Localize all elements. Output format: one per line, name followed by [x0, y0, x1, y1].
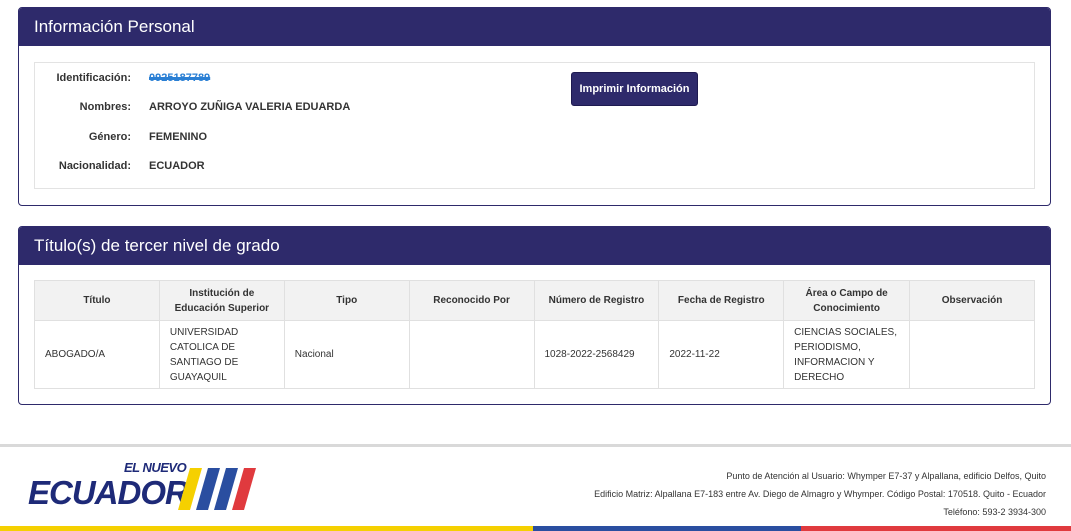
- col-header: Área o Campo de Conocimiento: [783, 280, 911, 321]
- cell-titulo: ABOGADO/A: [34, 320, 160, 389]
- col-header: Observación: [909, 280, 1035, 321]
- field-genero: Género: FEMENINO: [35, 131, 635, 151]
- cell-fecha-registro: 2022-11-22: [658, 320, 785, 389]
- logo-main-text: ECUADOR: [28, 474, 189, 511]
- col-header: Fecha de Registro: [658, 280, 785, 321]
- col-header: Tipo: [283, 280, 410, 321]
- field-label: Género:: [88, 131, 131, 143]
- field-label: Nacionalidad:: [58, 160, 131, 172]
- personal-info-box: Identificación: 0925187789 Nombres: ARRO…: [34, 62, 1035, 189]
- print-info-button[interactable]: Imprimir Información: [571, 72, 698, 106]
- el-nuevo-ecuador-logo: EL NUEVO ECUADOR: [28, 460, 258, 518]
- cell-institucion: UNIVERSIDAD CATOLICA DE SANTIAGO DE GUAY…: [158, 320, 285, 389]
- footer-line-telefono: Teléfono: 593-2 3934-300: [943, 507, 1046, 517]
- flag-bar-yellow: [0, 526, 533, 531]
- field-label: Identificación:: [56, 72, 131, 84]
- field-value-redacted: 0925187789: [149, 72, 211, 84]
- field-nacionalidad: Nacionalidad: ECUADOR: [35, 160, 635, 180]
- cell-tipo: Nacional: [283, 320, 410, 389]
- field-value: ECUADOR: [149, 160, 205, 172]
- cell-observacion: [909, 320, 1035, 389]
- field-value: ARROYO ZUÑIGA VALERIA EDUARDA: [149, 101, 351, 113]
- field-label: Nombres:: [79, 101, 131, 113]
- flag-bar-red: [801, 526, 1071, 531]
- flag-bar-blue: [533, 526, 801, 531]
- flag-stripes-icon: [178, 468, 256, 510]
- col-header: Institución de Educación Superior: [158, 280, 285, 321]
- footer-line-matriz: Edificio Matriz: Alpallana E7-183 entre …: [594, 489, 1046, 499]
- table-header-row: Título Institución de Educación Superior…: [34, 280, 1035, 321]
- field-value: FEMENINO: [149, 131, 208, 143]
- titles-panel: Título(s) de tercer nivel de grado Títul…: [18, 226, 1051, 405]
- cell-reconocido: [408, 320, 535, 389]
- personal-info-panel: Información Personal Identificación: 092…: [18, 7, 1051, 206]
- col-header: Reconocido Por: [408, 280, 535, 321]
- field-identificacion: Identificación: 0925187789: [35, 72, 635, 92]
- table-row: ABOGADO/A UNIVERSIDAD CATOLICA DE SANTIA…: [34, 320, 1035, 389]
- logo-top-text: EL NUEVO: [124, 460, 187, 475]
- personal-info-title: Información Personal: [19, 8, 1050, 46]
- col-header: Título: [34, 280, 160, 321]
- col-header: Número de Registro: [533, 280, 660, 321]
- footer-contact: Punto de Atención al Usuario: Whymper E7…: [594, 467, 1046, 521]
- footer-divider: [0, 444, 1071, 447]
- field-nombres: Nombres: ARROYO ZUÑIGA VALERIA EDUARDA: [35, 101, 635, 121]
- titles-panel-title: Título(s) de tercer nivel de grado: [19, 227, 1050, 265]
- footer-line-atencion: Punto de Atención al Usuario: Whymper E7…: [726, 471, 1046, 481]
- cell-area: CIENCIAS SOCIALES, PERIODISMO, INFORMACI…: [783, 320, 911, 389]
- titles-table: Título Institución de Educación Superior…: [34, 280, 1035, 389]
- cell-numero-registro: 1028-2022-2568429: [533, 320, 660, 389]
